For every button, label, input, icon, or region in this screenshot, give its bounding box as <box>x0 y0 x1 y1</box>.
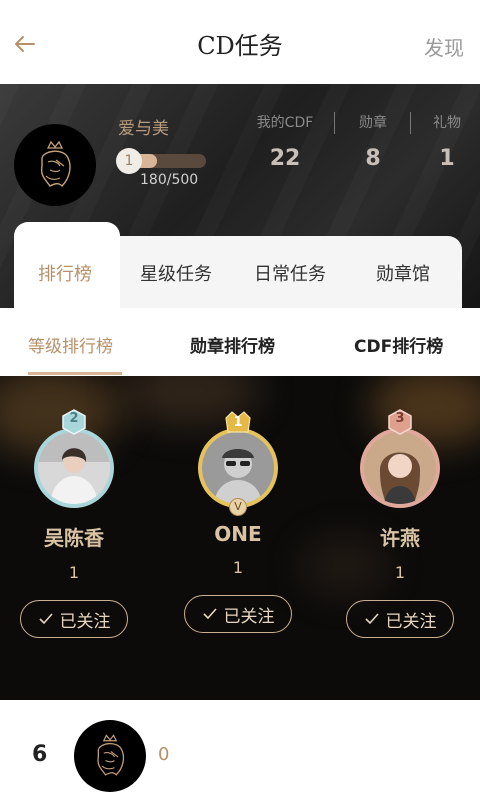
rank-number: 3 <box>395 411 405 426</box>
avatar-ring: 3 <box>360 409 440 508</box>
user-score: 1 <box>68 563 80 582</box>
sub-tab-bar: 等级排行榜 勋章排行榜 CDF排行榜 <box>0 308 480 376</box>
podium-rank-3[interactable]: 3 许燕 1 已关注 <box>330 409 470 638</box>
follow-label: 已关注 <box>223 606 275 627</box>
stat-label: 礼物 <box>433 115 461 131</box>
stat-medals[interactable]: 勋章 8 <box>352 112 394 171</box>
user-avatar[interactable] <box>14 124 96 206</box>
stat-value: 1 <box>439 146 455 171</box>
avatar-photo-icon <box>364 432 436 504</box>
page-title: CD任务 <box>197 32 283 60</box>
stat-value: 22 <box>269 146 301 171</box>
level-badge: 1 <box>116 148 142 174</box>
check-icon <box>364 613 379 625</box>
avatar-ring: 2 <box>34 409 114 508</box>
lion-logo-icon <box>97 734 125 776</box>
user-score: 1 <box>394 563 406 582</box>
tab-medal-hall[interactable]: 勋章馆 <box>376 260 430 286</box>
discover-link[interactable]: 发现 <box>424 32 464 61</box>
subtab-medal-ranking[interactable]: 勋章排行榜 <box>190 332 275 357</box>
row-score: 0 <box>158 744 170 765</box>
check-icon <box>38 613 53 625</box>
user-avatar[interactable] <box>202 432 274 504</box>
follow-button[interactable]: 已关注 <box>20 600 128 638</box>
stat-cdf[interactable]: 我的CDF 22 <box>254 112 316 171</box>
user-name: 吴陈香 <box>44 526 104 550</box>
podium-rank-2[interactable]: 2 吴陈香 1 已关注 <box>4 409 144 638</box>
avatar-photo-icon <box>202 432 274 504</box>
stat-divider <box>334 112 335 134</box>
subtab-level-ranking[interactable]: 等级排行榜 <box>28 332 113 357</box>
username: 爱与美 <box>118 119 169 139</box>
stat-label: 我的CDF <box>256 115 314 131</box>
avatar-photo-icon <box>38 432 110 504</box>
verified-badge: V <box>229 498 247 516</box>
top-navbar: CD任务 发现 <box>0 0 480 84</box>
active-subtab-underline <box>28 372 122 375</box>
row-rank-number: 6 <box>32 742 48 767</box>
user-score: 1 <box>232 558 244 577</box>
avatar-ring: 1 V <box>198 411 278 516</box>
level-progress-text: 180/500 <box>140 172 199 188</box>
follow-label: 已关注 <box>59 611 111 632</box>
podium-rank-1[interactable]: 1 V ONE 1 已关注 <box>168 411 308 633</box>
check-icon <box>202 608 217 620</box>
ranking-podium: 2 吴陈香 1 已关注 1 V ONE 1 已关注 3 许燕 1 已关注 <box>0 376 480 700</box>
tab-star-tasks[interactable]: 星级任务 <box>140 260 212 286</box>
stat-label: 勋章 <box>359 115 387 131</box>
user-name: ONE <box>214 522 262 546</box>
stat-value: 8 <box>365 146 381 171</box>
tab-daily-tasks[interactable]: 日常任务 <box>254 260 326 286</box>
rank-number: 1 <box>233 415 243 430</box>
stat-gifts[interactable]: 礼物 1 <box>426 112 468 171</box>
user-avatar[interactable] <box>364 432 436 504</box>
subtab-cdf-ranking[interactable]: CDF排行榜 <box>354 332 443 357</box>
row-user-avatar[interactable] <box>74 720 146 792</box>
user-name: 许燕 <box>380 526 420 550</box>
ranking-list-row[interactable]: 6 0 <box>0 700 480 800</box>
follow-button[interactable]: 已关注 <box>346 600 454 638</box>
lion-logo-icon <box>40 140 71 187</box>
main-tab-bar: 排行榜 星级任务 日常任务 勋章馆 <box>14 222 462 308</box>
follow-label: 已关注 <box>385 611 437 632</box>
tab-leaderboard[interactable]: 排行榜 <box>38 260 92 286</box>
follow-button[interactable]: 已关注 <box>184 595 292 633</box>
rank-number: 2 <box>69 411 79 426</box>
user-avatar[interactable] <box>38 432 110 504</box>
stat-divider <box>410 112 411 134</box>
